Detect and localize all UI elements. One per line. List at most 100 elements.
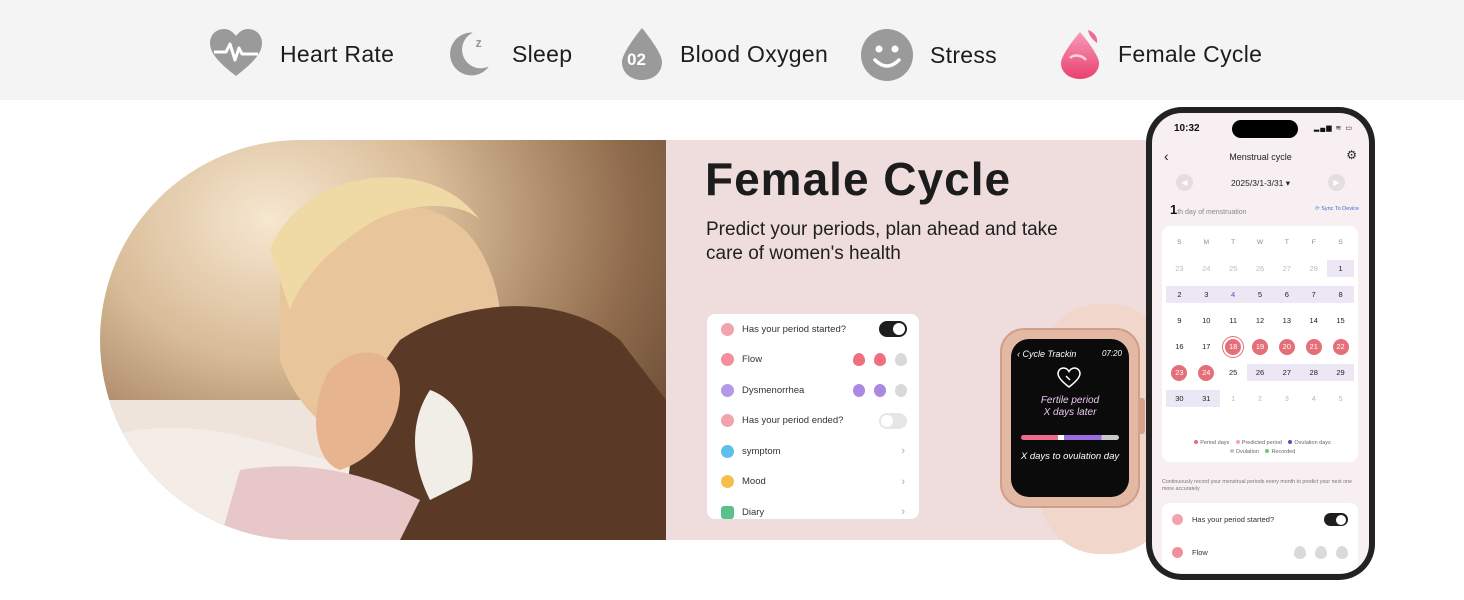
oxygen-badge: 02 (627, 50, 646, 69)
flow-levels (853, 353, 907, 367)
calendar-day[interactable]: 4 (1219, 286, 1247, 303)
feature-label: Female Cycle (1118, 40, 1263, 67)
phone-period-started-row[interactable]: Has your period started? (1162, 503, 1358, 536)
phone-screen: 10:32 ▂▄▆ ≋ ▭ ‹ Menstrual cycle ⚙ ◀ 2025… (1152, 113, 1369, 574)
record-hint: Continuously record your menstrual perio… (1162, 479, 1352, 492)
calendar-day[interactable]: 15 (1327, 312, 1354, 329)
calendar-day[interactable]: 29 (1327, 364, 1354, 381)
flow-icon (721, 353, 734, 367)
calendar-day[interactable]: 23 (1166, 260, 1193, 277)
gear-icon[interactable]: ⚙ (1346, 148, 1357, 162)
watch-screen: ‹ Cycle Trackin 07:20 Fertile period X d… (1011, 339, 1129, 497)
feature-stress: Stress (860, 27, 997, 83)
calendar-day[interactable]: 8 (1327, 286, 1354, 303)
period-started-row[interactable]: Has your period started? (707, 314, 919, 345)
calendar-day[interactable]: 25 (1220, 260, 1247, 277)
calendar-day[interactable]: 13 (1273, 312, 1300, 329)
calendar-day[interactable]: 26 (1246, 364, 1274, 381)
calendar-day[interactable]: 11 (1220, 312, 1247, 329)
phone-record-card: Has your period started? Flow (1162, 503, 1358, 573)
row-label: Flow (742, 354, 763, 366)
calendar-day[interactable]: 18 (1220, 338, 1247, 355)
period-icon (721, 322, 734, 336)
row-label: Mood (742, 476, 766, 488)
calendar-day[interactable]: 7 (1300, 286, 1328, 303)
calendar-day[interactable]: 17 (1193, 338, 1220, 355)
calendar-day[interactable]: 30 (1166, 390, 1193, 407)
watch-crown[interactable] (1138, 398, 1145, 434)
menstruation-day: 1th day of menstruation (1170, 202, 1247, 217)
calendar-day[interactable]: 28 (1300, 364, 1328, 381)
calendar-day[interactable]: 2 (1247, 390, 1274, 407)
weekday-header: S (1177, 239, 1182, 246)
calendar-day[interactable]: 22 (1327, 338, 1354, 355)
mood-row[interactable]: Mood › (707, 467, 919, 498)
flow-drop-icon[interactable] (1315, 546, 1327, 559)
calendar-day[interactable]: 9 (1166, 312, 1193, 329)
calendar-day[interactable]: 4 (1300, 390, 1327, 407)
status-icons: ▂▄▆ ≋ ▭ (1313, 125, 1353, 132)
flow-drop-icon[interactable] (1336, 546, 1348, 559)
calendar-day[interactable]: 24 (1193, 364, 1220, 381)
calendar-day[interactable]: 19 (1247, 338, 1274, 355)
feature-blood-oxygen: 02 Blood Oxygen (620, 26, 828, 82)
next-month-icon[interactable]: ▶ (1328, 174, 1345, 191)
flow-drop-icon[interactable] (895, 353, 907, 367)
svg-text:z: z (475, 36, 481, 50)
calendar-day[interactable]: 6 (1273, 286, 1301, 303)
calendar-legend: Period days Predicted period Ovulation d… (1172, 439, 1348, 457)
calendar-day[interactable]: 12 (1247, 312, 1274, 329)
calendar-day[interactable]: 28 (1300, 260, 1327, 277)
calendar-day[interactable]: 10 (1193, 312, 1220, 329)
pain-face-icon[interactable] (853, 383, 865, 397)
phone-period-toggle[interactable] (1324, 513, 1348, 526)
period-ended-toggle[interactable] (879, 412, 907, 429)
sync-to-device-link[interactable]: ⟳ Sync To Device (1315, 206, 1359, 212)
calendar-day[interactable]: 1 (1220, 390, 1247, 407)
calendar-day[interactable]: 3 (1192, 286, 1220, 303)
calendar-day[interactable]: 3 (1273, 390, 1300, 407)
calendar-day[interactable]: 27 (1273, 364, 1301, 381)
calendar: S M T W T F S 23 24 25 26 27 28 1 2 3 4 5 6 7 8 9 10 11 12 13 14 15… (1162, 226, 1358, 462)
calendar-day[interactable]: 21 (1300, 338, 1327, 355)
calendar-day[interactable]: 24 (1193, 260, 1220, 277)
calendar-day[interactable]: 31 (1192, 390, 1220, 407)
calendar-day[interactable]: 26 (1247, 260, 1274, 277)
calendar-day[interactable]: 2 (1166, 286, 1193, 303)
calendar-day[interactable]: 16 (1166, 338, 1193, 355)
period-started-toggle[interactable] (879, 321, 907, 338)
heart-rate-icon (210, 29, 262, 76)
row-label: Has your period started? (1192, 515, 1275, 524)
feature-label: Sleep (512, 40, 573, 67)
smiley-stress-icon (861, 29, 913, 81)
weekday-header: M (1203, 239, 1209, 246)
flow-drop-icon[interactable] (853, 353, 865, 367)
pain-face-icon[interactable] (895, 383, 907, 397)
calendar-day[interactable]: 23 (1166, 364, 1193, 381)
calendar-day[interactable]: 25 (1220, 364, 1247, 381)
feature-label: Heart Rate (280, 40, 395, 67)
dysmenorrhea-icon (721, 383, 734, 397)
row-label: Has your period ended? (742, 415, 844, 427)
calendar-day[interactable]: 5 (1327, 390, 1354, 407)
flow-drop-icon[interactable] (1294, 546, 1306, 559)
smartwatch: ‹ Cycle Trackin 07:20 Fertile period X d… (1000, 304, 1170, 554)
pain-levels (853, 383, 907, 397)
weekday-header: F (1311, 239, 1316, 246)
calendar-day[interactable]: 14 (1300, 312, 1327, 329)
calendar-day[interactable]: 5 (1246, 286, 1274, 303)
period-ended-row[interactable]: Has your period ended? (707, 406, 919, 437)
period-record-card: Has your period started? Flow Dysmenorrh… (707, 314, 919, 519)
diary-row[interactable]: Diary › (707, 497, 919, 519)
row-label: Flow (1192, 548, 1208, 557)
photo-illustration (100, 177, 666, 540)
banner-title: Female Cycle (705, 153, 1012, 205)
calendar-day[interactable]: 1 (1327, 260, 1354, 277)
pain-face-icon[interactable] (874, 383, 886, 397)
flow-row: Flow (707, 345, 919, 376)
flow-drop-icon[interactable] (874, 353, 886, 367)
calendar-day[interactable]: 20 (1273, 338, 1300, 355)
banner-subtitle: Predict your periods, plan ahead and tak… (706, 219, 1058, 264)
symptom-row[interactable]: symptom › (707, 436, 919, 467)
calendar-day[interactable]: 27 (1273, 260, 1300, 277)
